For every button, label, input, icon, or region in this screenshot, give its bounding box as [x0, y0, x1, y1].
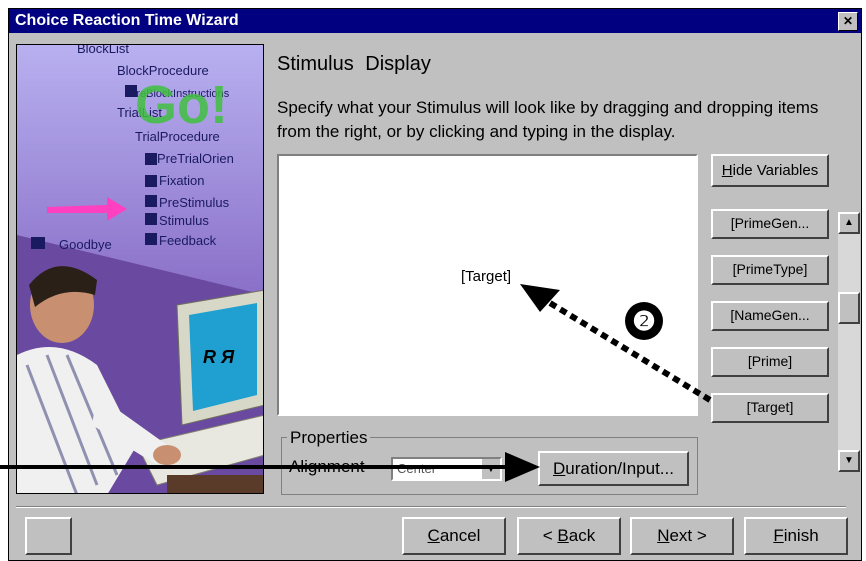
cancel-button[interactable]: Cancel	[402, 517, 506, 555]
alignment-label: Alignment	[289, 457, 365, 476]
hide-variables-label: ide Variables	[732, 162, 819, 179]
variable-item-primegen[interactable]: [PrimeGen...	[711, 209, 829, 239]
back-prefix: <	[542, 526, 558, 545]
variable-item-primetype[interactable]: [PrimeType]	[711, 255, 829, 285]
alignment-select[interactable]: Center ▼	[391, 457, 502, 481]
finish-label: inish	[783, 526, 819, 545]
blank-button[interactable]	[25, 517, 72, 555]
duration-label: uration/Input...	[565, 459, 674, 478]
back-accel: B	[557, 526, 569, 545]
scroll-down-arrow-icon[interactable]: ▼	[838, 450, 860, 472]
finish-button[interactable]: Finish	[744, 517, 848, 555]
wizard-side-image: BlockList BlockProcedure PreBlockInstruc…	[16, 44, 264, 494]
svg-text:Fixation: Fixation	[159, 173, 205, 188]
close-icon[interactable]: ✕	[838, 12, 858, 31]
window-title: Choice Reaction Time Wizard	[15, 12, 239, 29]
svg-text:R Я: R Я	[203, 347, 235, 367]
svg-text:Go!: Go!	[135, 75, 228, 135]
instructions-text: Specify what your Stimulus will look lik…	[277, 98, 819, 141]
svg-text:Goodbye: Goodbye	[59, 237, 112, 252]
page-title: Stimulus Display	[277, 53, 431, 75]
variable-item-namegen[interactable]: [NameGen...	[711, 301, 829, 331]
next-label: ext >	[669, 526, 707, 545]
alignment-value: Center	[397, 461, 437, 476]
svg-text:Feedback: Feedback	[159, 233, 217, 248]
duration-input-button[interactable]: Duration/Input...	[538, 451, 689, 486]
svg-text:PreStimulus: PreStimulus	[159, 195, 230, 210]
title-bar: Choice Reaction Time Wizard ✕	[9, 9, 861, 33]
footer-separator	[16, 506, 846, 508]
cancel-accel: C	[427, 526, 440, 545]
next-accel: N	[657, 526, 670, 545]
hide-variables-accel: H	[721, 162, 733, 179]
svg-text:PreTrialOrien: PreTrialOrien	[157, 151, 234, 166]
back-button[interactable]: < Back	[517, 517, 621, 555]
scrollbar-thumb[interactable]	[838, 292, 860, 324]
variable-item-prime[interactable]: [Prime]	[711, 347, 829, 377]
hide-variables-button[interactable]: Hide Variables	[711, 154, 829, 187]
svg-text:Stimulus: Stimulus	[159, 213, 209, 228]
variables-scrollbar[interactable]: ▲ ▼	[838, 212, 860, 472]
chevron-down-icon[interactable]: ▼	[482, 459, 500, 479]
duration-accel: D	[553, 459, 566, 478]
step-number-badge: ❷	[625, 302, 663, 340]
properties-group-label: Properties	[287, 428, 371, 448]
next-button[interactable]: Next >	[630, 517, 734, 555]
cancel-label: ancel	[439, 526, 481, 545]
finish-accel: F	[773, 526, 784, 545]
stimulus-display-area[interactable]	[277, 154, 698, 416]
svg-text:BlockList: BlockList	[77, 45, 129, 56]
variable-item-target[interactable]: [Target]	[711, 393, 829, 423]
display-target-text[interactable]: [Target]	[461, 268, 511, 285]
scroll-up-arrow-icon[interactable]: ▲	[838, 212, 860, 234]
back-label: ack	[568, 526, 596, 545]
